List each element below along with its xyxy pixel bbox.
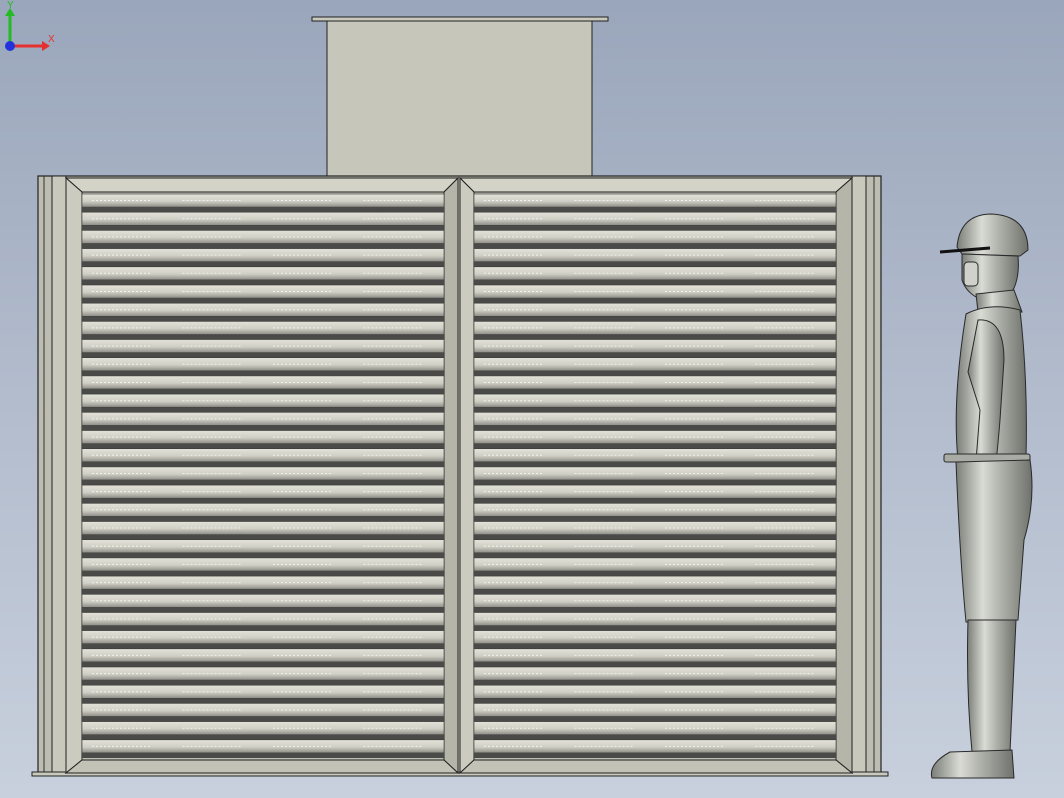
- louver-gap: [474, 243, 836, 249]
- x-axis-label: X: [48, 34, 55, 45]
- louver-gap: [82, 352, 444, 358]
- louver-gap: [82, 480, 444, 486]
- louver-gap: [82, 498, 444, 504]
- louver-gap: [474, 389, 836, 395]
- louver-gap: [474, 407, 836, 413]
- louver-gap: [474, 298, 836, 304]
- louver-gap: [474, 261, 836, 267]
- louver-gap: [474, 661, 836, 667]
- louver-gap: [474, 698, 836, 704]
- louver-gap: [82, 334, 444, 340]
- top-duct: [311, 16, 609, 177]
- louver-gap: [474, 516, 836, 522]
- louver-gap: [82, 407, 444, 413]
- louver-gap: [474, 334, 836, 340]
- louver-gap: [474, 607, 836, 613]
- louver-gap: [82, 698, 444, 704]
- louver-gap: [82, 534, 444, 540]
- louver-gap: [82, 552, 444, 558]
- louver-gap: [474, 752, 836, 758]
- louver-gap: [474, 207, 836, 213]
- louver-gap: [82, 752, 444, 758]
- louver-gap: [474, 316, 836, 322]
- louver-gap: [82, 643, 444, 649]
- louver-gap: [474, 352, 836, 358]
- louver-gap: [82, 516, 444, 522]
- human-figure-icon: [930, 213, 1033, 779]
- louver-gap: [82, 243, 444, 249]
- louver-gap: [474, 589, 836, 595]
- y-axis-label: Y: [7, 0, 14, 11]
- louver-gap: [474, 734, 836, 740]
- louver-slats-left: [81, 193, 445, 758]
- louver-gap: [82, 680, 444, 686]
- louver-gap: [82, 279, 444, 285]
- louver-gap: [82, 370, 444, 376]
- louver-gap: [474, 571, 836, 577]
- louver-gap: [474, 716, 836, 722]
- louver-gap: [82, 298, 444, 304]
- louver-gap: [82, 625, 444, 631]
- louver-gap: [474, 461, 836, 467]
- louver-gap: [82, 461, 444, 467]
- model-view: [31, 16, 1033, 779]
- louver-gap: [82, 661, 444, 667]
- louver-gap: [82, 389, 444, 395]
- louver-gap: [82, 716, 444, 722]
- louver-gap: [474, 552, 836, 558]
- louver-slats-right: [473, 193, 837, 758]
- louver-gap: [474, 425, 836, 431]
- louver-gap: [82, 225, 444, 231]
- louver-gap: [82, 207, 444, 213]
- louver-gap: [82, 607, 444, 613]
- cad-viewport[interactable]: X Y: [0, 0, 1064, 798]
- louver-gap: [474, 680, 836, 686]
- louver-gap: [474, 279, 836, 285]
- louver-gap: [82, 316, 444, 322]
- louver-gap: [82, 425, 444, 431]
- louver-gap: [82, 571, 444, 577]
- louver-panel-left: [64, 176, 460, 775]
- louver-panel-right: [458, 176, 854, 775]
- louver-gap: [82, 443, 444, 449]
- louver-gap: [474, 443, 836, 449]
- louver-gap: [474, 534, 836, 540]
- louver-gap: [474, 625, 836, 631]
- louver-gap: [82, 261, 444, 267]
- louver-gap: [474, 225, 836, 231]
- coordinate-triad: X Y: [5, 0, 55, 51]
- louver-gap: [82, 734, 444, 740]
- louver-gap: [82, 589, 444, 595]
- louver-gap: [474, 498, 836, 504]
- louver-gap: [474, 643, 836, 649]
- louver-gap: [474, 480, 836, 486]
- louver-gap: [474, 370, 836, 376]
